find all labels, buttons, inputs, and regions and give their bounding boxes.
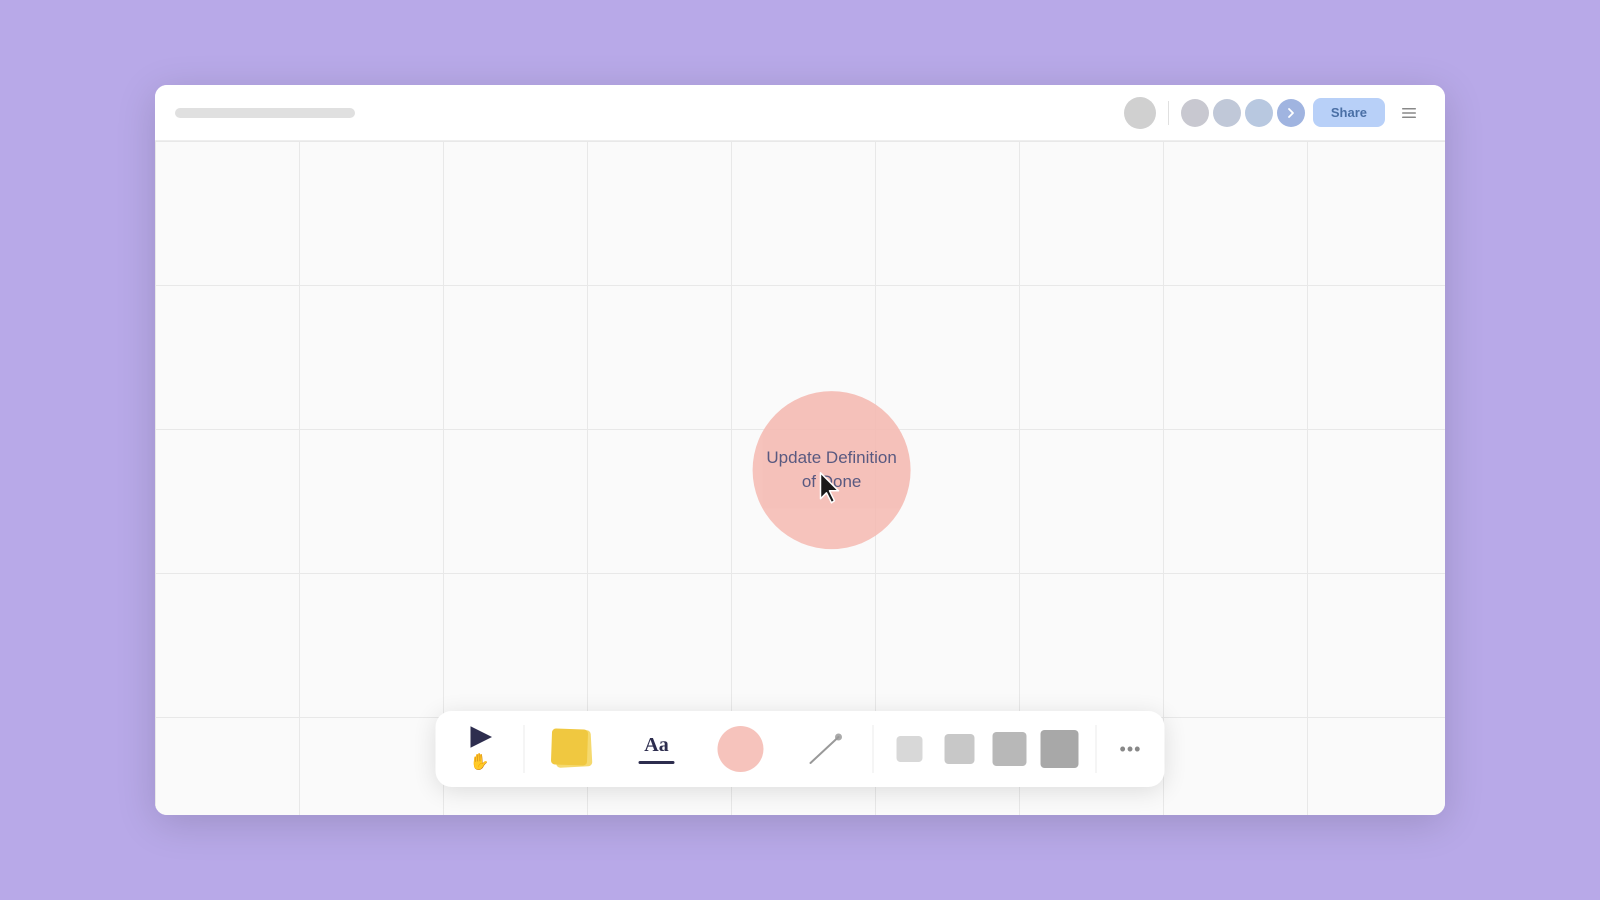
text-tool-icon: Aa xyxy=(639,734,675,764)
grid-sq-small-icon xyxy=(897,736,923,762)
toolbar-left xyxy=(175,108,355,118)
grid-tool-large[interactable] xyxy=(988,719,1032,779)
play-icon xyxy=(470,726,492,748)
stickies-icon xyxy=(548,727,598,771)
shape-circle-icon xyxy=(718,726,764,772)
tool-section-text: Aa xyxy=(617,719,697,779)
text-tool[interactable]: Aa xyxy=(623,719,691,779)
line-tool[interactable] xyxy=(791,719,859,779)
tool-section-more: ••• xyxy=(1105,729,1157,769)
tool-section-grids xyxy=(882,719,1088,779)
hand-icon: ✋ xyxy=(470,752,490,772)
canvas-node-text: Update Definition of Done xyxy=(753,434,911,506)
tool-section-line xyxy=(785,719,865,779)
avatar-divider xyxy=(1168,101,1169,125)
divider-1 xyxy=(524,725,525,773)
divider-2 xyxy=(873,725,874,773)
app-window: Share Update Definition of Done xyxy=(155,85,1445,815)
share-button[interactable]: Share xyxy=(1313,98,1385,127)
avatar-2[interactable] xyxy=(1213,99,1241,127)
grid-tool-xlarge[interactable] xyxy=(1038,719,1082,779)
divider-3 xyxy=(1096,725,1097,773)
sticky-front xyxy=(551,728,588,765)
tool-section-play: ✋ xyxy=(444,719,516,779)
grid-tool-medium[interactable] xyxy=(938,719,982,779)
stickies-tool[interactable] xyxy=(539,719,607,779)
grid-sq-xlarge-icon xyxy=(1041,730,1079,768)
toolbar-right: Share xyxy=(1124,97,1425,129)
toolbar: Share xyxy=(155,85,1445,141)
avatar-main[interactable] xyxy=(1124,97,1156,129)
avatar-3[interactable] xyxy=(1245,99,1273,127)
grid-sq-large-icon xyxy=(993,732,1027,766)
avatar-arrow[interactable] xyxy=(1277,99,1305,127)
canvas-area[interactable]: Update Definition of Done ✋ xyxy=(155,141,1445,815)
play-hand-tool[interactable]: ✋ xyxy=(450,719,510,779)
text-underline xyxy=(639,761,675,764)
tool-section-stickies xyxy=(533,719,613,779)
tool-section-shape xyxy=(701,719,781,779)
breadcrumb xyxy=(175,108,355,118)
grid-tool-group xyxy=(888,719,1082,779)
grid-sq-medium-icon xyxy=(945,734,975,764)
line-tool-icon xyxy=(800,724,850,774)
avatar-group xyxy=(1181,99,1305,127)
avatar-1[interactable] xyxy=(1181,99,1209,127)
text-tool-label: Aa xyxy=(644,734,668,757)
grid-tool-small[interactable] xyxy=(888,719,932,779)
more-button[interactable]: ••• xyxy=(1111,729,1151,769)
menu-button[interactable] xyxy=(1393,97,1425,129)
shape-tool[interactable] xyxy=(707,719,775,779)
bottom-toolbar: ✋ Aa xyxy=(436,711,1165,787)
canvas-node[interactable]: Update Definition of Done xyxy=(753,391,911,549)
